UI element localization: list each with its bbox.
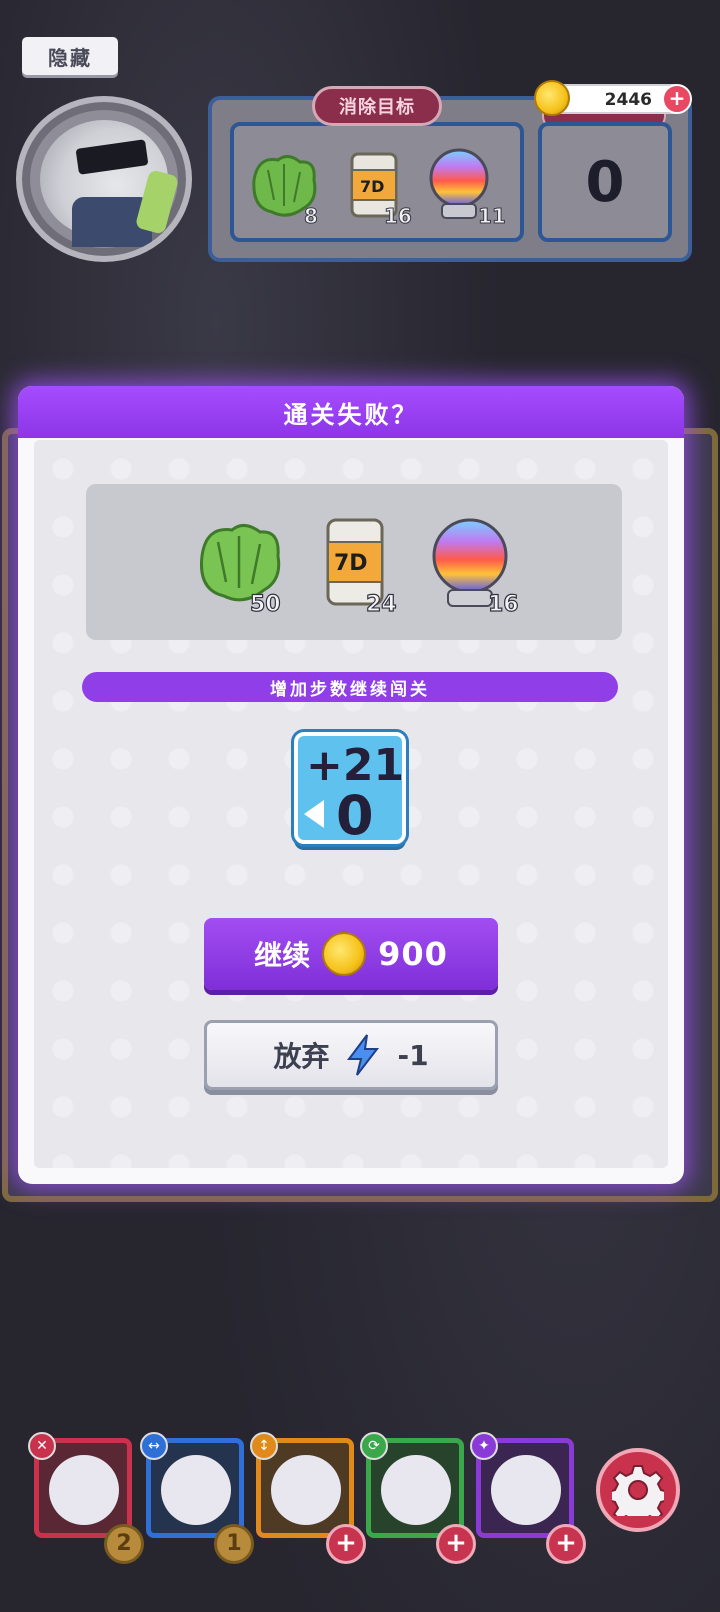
attack-type-icon: ✕ xyxy=(28,1432,56,1460)
hero-portrait xyxy=(161,1455,231,1525)
extra-steps-card: +21 0 xyxy=(294,732,406,847)
player-avatar xyxy=(16,96,192,262)
hide-button[interactable]: 隐藏 xyxy=(22,37,118,75)
swap-type-icon: ↔ xyxy=(140,1432,168,1460)
give-up-label: 放弃 xyxy=(273,1040,330,1073)
energy-bolt-icon xyxy=(347,1034,380,1076)
hero-1-level-badge: 2 xyxy=(104,1524,144,1564)
settings-button[interactable] xyxy=(596,1448,680,1532)
hero-5-add-button[interactable]: + xyxy=(546,1524,586,1564)
hero-portrait xyxy=(49,1455,119,1525)
continue-label: 继续 xyxy=(254,939,311,972)
add-coins-button[interactable]: + xyxy=(662,84,692,114)
cycle-type-icon: ⟳ xyxy=(360,1432,388,1460)
hero-portrait xyxy=(491,1455,561,1525)
continue-price: 900 xyxy=(378,935,448,973)
svg-text:7D: 7D xyxy=(360,177,384,196)
item-count-leaf: 50 xyxy=(249,591,281,617)
hero-portrait xyxy=(271,1455,341,1525)
add-steps-ribbon: 增加步数继续闯关 xyxy=(82,672,618,702)
current-steps-value: 0 xyxy=(336,784,374,847)
gear-icon xyxy=(612,1465,664,1516)
vertical-type-icon: ↕ xyxy=(250,1432,278,1460)
coin-value: 2446 xyxy=(604,90,652,110)
item-count-can: 24 xyxy=(365,591,397,617)
goal-title: 消除目标 xyxy=(312,86,442,126)
hero-portrait xyxy=(381,1455,451,1525)
give-up-button[interactable]: 放弃 -1 xyxy=(204,1020,498,1090)
dialog-title: 通关失败？ xyxy=(18,386,684,438)
hero-2-level-badge: 1 xyxy=(214,1524,254,1564)
svg-text:7D: 7D xyxy=(334,551,368,576)
goal-count-can: 16 xyxy=(384,204,413,229)
magic-type-icon: ✦ xyxy=(470,1432,498,1460)
energy-cost: -1 xyxy=(397,1038,429,1072)
hero-4-add-button[interactable]: + xyxy=(436,1524,476,1564)
goal-count-orb: 11 xyxy=(478,204,507,229)
continue-button[interactable]: 继续 900 xyxy=(204,918,498,990)
steps-remaining: 0 xyxy=(538,122,672,242)
coin-icon xyxy=(534,80,570,116)
goal-count-leaf: 8 xyxy=(304,204,319,229)
arrow-left-icon xyxy=(304,800,324,828)
hero-3-add-button[interactable]: + xyxy=(326,1524,366,1564)
coin-icon xyxy=(322,932,367,976)
coin-counter: 2446 + xyxy=(534,80,692,116)
item-count-orb: 16 xyxy=(487,591,519,617)
